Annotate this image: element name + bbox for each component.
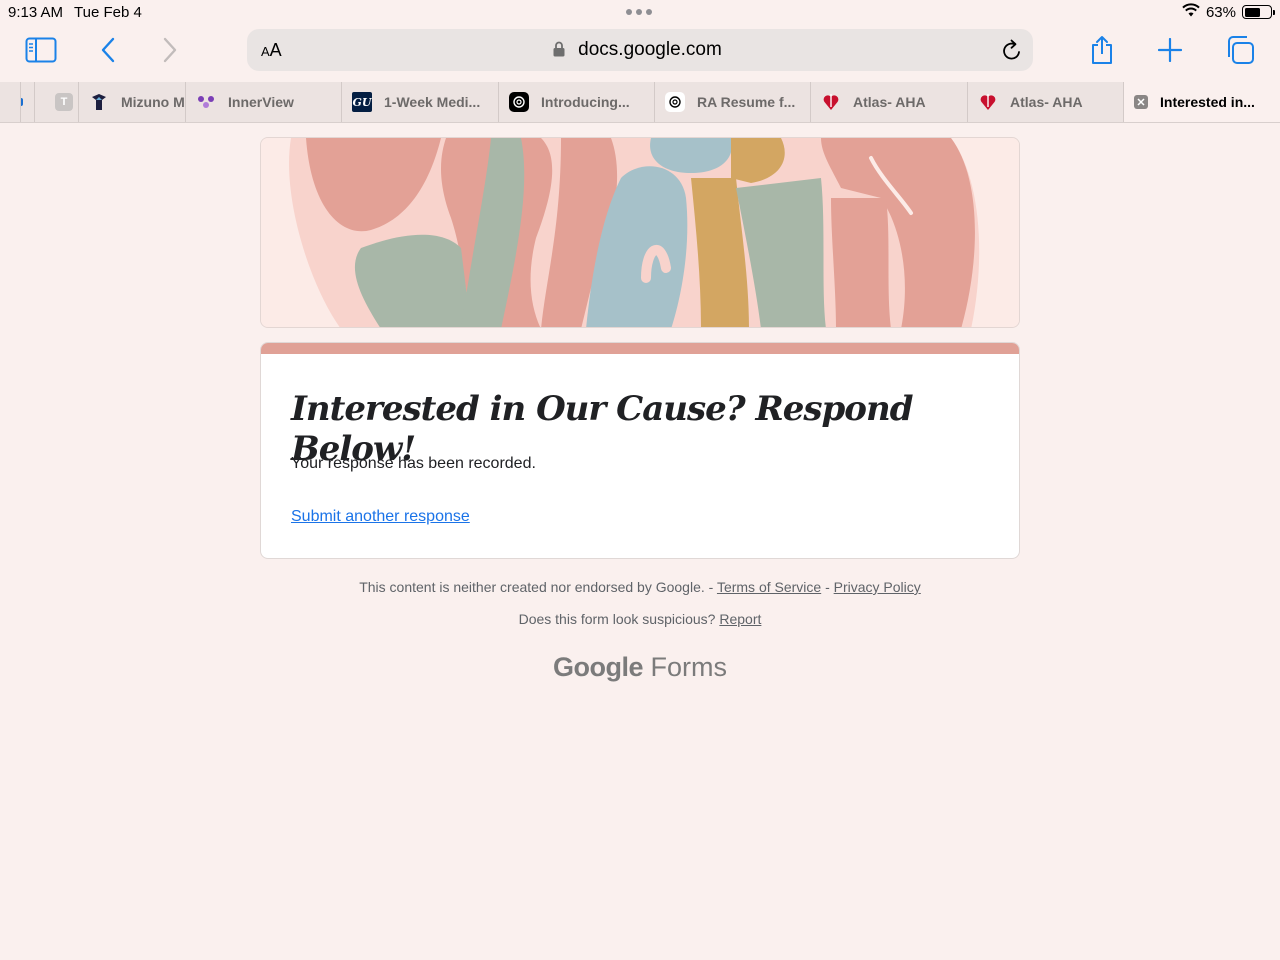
new-tab-icon[interactable] bbox=[1150, 33, 1190, 67]
footer-separator: - bbox=[821, 579, 834, 595]
tab-atlas-aha-2[interactable]: Atlas- AHA bbox=[967, 82, 1123, 122]
aha-heart-favicon bbox=[821, 92, 841, 112]
openai-favicon bbox=[665, 92, 685, 112]
wifi-icon bbox=[1182, 3, 1200, 21]
back-icon[interactable] bbox=[88, 33, 128, 67]
tab-interested-active[interactable]: Interested in... bbox=[1123, 82, 1280, 122]
accent-bar bbox=[261, 343, 1019, 354]
battery-percent: 63% bbox=[1205, 3, 1236, 21]
disclaimer: This content is neither created nor endo… bbox=[0, 579, 1280, 595]
form-confirmation-card: Interested in Our Cause? Respond Below! … bbox=[260, 342, 1020, 559]
tab-innerview[interactable]: InnerView bbox=[185, 82, 341, 122]
browser-toolbar: AA docs.google.com bbox=[0, 24, 1280, 82]
tab-ra-resume[interactable]: RA Resume f... bbox=[654, 82, 810, 122]
submit-another-response-link[interactable]: Submit another response bbox=[291, 508, 470, 526]
tab-label: Interested in... bbox=[1160, 94, 1255, 110]
form-header-image bbox=[260, 137, 1020, 328]
close-icon[interactable] bbox=[1134, 95, 1148, 109]
battery-icon bbox=[1242, 5, 1275, 19]
innerview-favicon bbox=[196, 92, 216, 112]
tab-gu[interactable]: GU 1-Week Medi... bbox=[341, 82, 498, 122]
tab-label: Mizuno M bbox=[121, 94, 185, 110]
tab-t[interactable]: T bbox=[34, 82, 78, 122]
tab-overview-icon[interactable] bbox=[1220, 33, 1260, 67]
tab-atlas-aha-1[interactable]: Atlas- AHA bbox=[810, 82, 967, 122]
tab-label: InnerView bbox=[228, 94, 294, 110]
google-wordmark: Google bbox=[552, 652, 644, 682]
tab-label: Atlas- AHA bbox=[1010, 94, 1083, 110]
disclaimer-text: This content is neither created nor endo… bbox=[359, 579, 717, 595]
status-time: 9:13 AM bbox=[8, 4, 64, 21]
mizuno-favicon bbox=[89, 92, 109, 112]
multitasking-dots-icon[interactable] bbox=[626, 9, 652, 15]
address-bar[interactable]: AA docs.google.com bbox=[247, 29, 1033, 71]
tab-label: RA Resume f... bbox=[697, 94, 796, 110]
tab-label: Atlas- AHA bbox=[853, 94, 926, 110]
url-text: docs.google.com bbox=[578, 39, 722, 60]
status-date: Tue Feb 4 bbox=[74, 4, 142, 21]
report-line: Does this form look suspicious? Report bbox=[0, 611, 1280, 627]
tab-label: Introducing... bbox=[541, 94, 630, 110]
aha-heart-favicon bbox=[978, 92, 998, 112]
reload-icon[interactable] bbox=[1001, 38, 1023, 67]
gu-favicon: GU bbox=[352, 92, 372, 112]
tab-introducing[interactable]: Introducing... bbox=[498, 82, 654, 122]
tab-mizuno[interactable]: Mizuno M bbox=[78, 82, 185, 122]
tab-label: 1-Week Medi... bbox=[384, 94, 481, 110]
tab-partial-1[interactable] bbox=[20, 82, 34, 122]
suspicious-text: Does this form look suspicious? bbox=[518, 611, 720, 627]
report-link[interactable]: Report bbox=[719, 611, 761, 627]
tab-bar: T Mizuno M InnerView GU 1-Week Medi... I… bbox=[0, 82, 1280, 123]
share-icon[interactable] bbox=[1082, 33, 1122, 67]
google-forms-logo[interactable]: Google Forms bbox=[0, 652, 1280, 683]
sidebar-icon[interactable] bbox=[21, 33, 61, 67]
status-bar: 9:13 AM Tue Feb 4 63% bbox=[0, 0, 1280, 24]
privacy-link[interactable]: Privacy Policy bbox=[834, 579, 921, 595]
t-favicon: T bbox=[55, 93, 73, 111]
forms-wordmark: Forms bbox=[650, 652, 728, 682]
forward-icon[interactable] bbox=[150, 33, 190, 67]
confirmation-message: Your response has been recorded. bbox=[291, 455, 536, 472]
tab-partial-0[interactable] bbox=[0, 82, 20, 122]
terms-link[interactable]: Terms of Service bbox=[717, 579, 821, 595]
openai-favicon bbox=[509, 92, 529, 112]
